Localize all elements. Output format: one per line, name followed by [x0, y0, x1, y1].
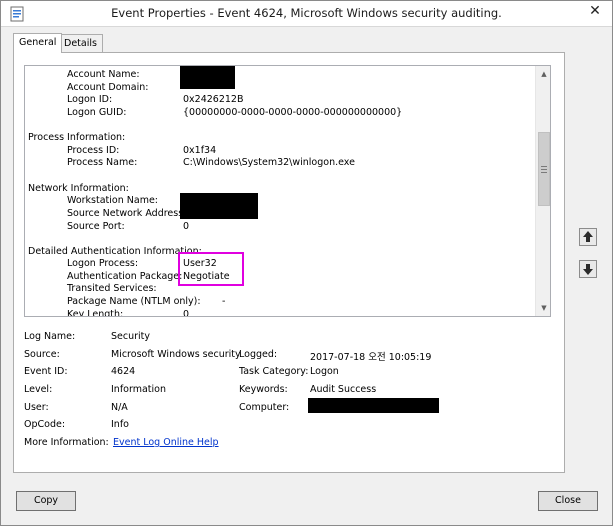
network-info-heading: Network Information: — [28, 183, 129, 194]
transited-services-label: Transited Services: — [67, 283, 157, 294]
logged-value: 2017-07-18 오전 10:05:19 — [310, 352, 432, 363]
redacted-computer-name — [308, 398, 439, 413]
arrow-down-icon — [583, 264, 593, 275]
previous-event-button[interactable] — [579, 228, 597, 246]
highlight-box — [178, 252, 244, 286]
close-button[interactable]: Close — [538, 491, 598, 511]
auth-package-label: Authentication Package: — [67, 271, 183, 282]
event-properties-window: Event Properties - Event 4624, Microsoft… — [0, 0, 613, 526]
logon-guid-label: Logon GUID: — [67, 107, 127, 118]
process-id-value: 0x1f34 — [183, 145, 217, 156]
close-icon[interactable]: ✕ — [578, 1, 612, 23]
copy-button-label: Copy — [33, 495, 59, 506]
log-name-label: Log Name: — [24, 331, 76, 342]
more-info-label: More Information: — [24, 437, 109, 448]
scroll-up-icon[interactable]: ▲ — [536, 66, 550, 82]
account-name-label: Account Name: — [67, 69, 140, 80]
tab-general[interactable]: General — [13, 33, 63, 53]
event-log-online-help-link[interactable]: Event Log Online Help — [113, 437, 219, 448]
window-title: Event Properties - Event 4624, Microsoft… — [111, 6, 502, 20]
grip-line — [541, 172, 547, 173]
process-name-value: C:\Windows\System32\winlogon.exe — [183, 157, 355, 168]
source-value: Microsoft Windows security — [111, 349, 241, 360]
user-label: User: — [24, 402, 49, 413]
keywords-value: Audit Success — [310, 384, 377, 395]
keywords-label: Keywords: — [239, 384, 288, 395]
next-event-button[interactable] — [579, 260, 597, 278]
level-value: Information — [111, 384, 166, 395]
source-port-label: Source Port: — [67, 221, 125, 232]
log-name-value: Security — [111, 331, 151, 342]
grip-line — [541, 166, 547, 167]
event-id-value: 4624 — [111, 366, 136, 377]
event-description-textbox[interactable]: Account Name: Account Domain: Logon ID: … — [24, 65, 551, 317]
logon-id-label: Logon ID: — [67, 94, 113, 105]
logon-id-value: 0x2426212B — [183, 94, 244, 105]
account-domain-label: Account Domain: — [67, 82, 149, 93]
close-button-label: Close — [555, 495, 581, 506]
task-category-label: Task Category: — [239, 366, 309, 377]
computer-label: Computer: — [239, 402, 290, 413]
title-bar[interactable]: Event Properties - Event 4624, Microsoft… — [1, 1, 612, 27]
logged-label: Logged: — [239, 349, 278, 360]
event-id-label: Event ID: — [24, 366, 68, 377]
package-name-value: - — [222, 296, 226, 307]
source-label: Source: — [24, 349, 60, 360]
key-length-label: Key Length: — [67, 309, 124, 317]
logon-process-label: Logon Process: — [67, 258, 139, 269]
general-tab-panel: Account Name: Account Domain: Logon ID: … — [13, 52, 565, 473]
process-info-heading: Process Information: — [28, 132, 126, 143]
workstation-name-label: Workstation Name: — [67, 195, 158, 206]
process-id-label: Process ID: — [67, 145, 120, 156]
vertical-scrollbar[interactable]: ▲ ▼ — [535, 66, 550, 316]
redacted-account-name — [180, 66, 235, 89]
arrow-up-icon — [583, 231, 593, 242]
source-network-address-label: Source Network Address: — [67, 208, 187, 219]
opcode-label: OpCode: — [24, 419, 66, 430]
level-label: Level: — [24, 384, 53, 395]
opcode-value: Info — [111, 419, 129, 430]
logon-guid-value: {00000000-0000-0000-0000-000000000000} — [183, 107, 403, 118]
grip-line — [541, 169, 547, 170]
task-category-value: Logon — [310, 366, 339, 377]
package-name-label: Package Name (NTLM only): — [67, 296, 201, 307]
scroll-down-icon[interactable]: ▼ — [536, 300, 550, 316]
scroll-thumb[interactable] — [538, 132, 550, 206]
copy-button[interactable]: Copy — [16, 491, 76, 511]
key-length-value: 0 — [183, 309, 190, 317]
detailed-auth-heading: Detailed Authentication Information: — [28, 246, 202, 257]
process-name-label: Process Name: — [67, 157, 138, 168]
user-value: N/A — [111, 402, 128, 413]
redacted-network-info — [180, 193, 258, 219]
tab-details[interactable]: Details — [58, 34, 103, 53]
source-port-value: 0 — [183, 221, 190, 232]
